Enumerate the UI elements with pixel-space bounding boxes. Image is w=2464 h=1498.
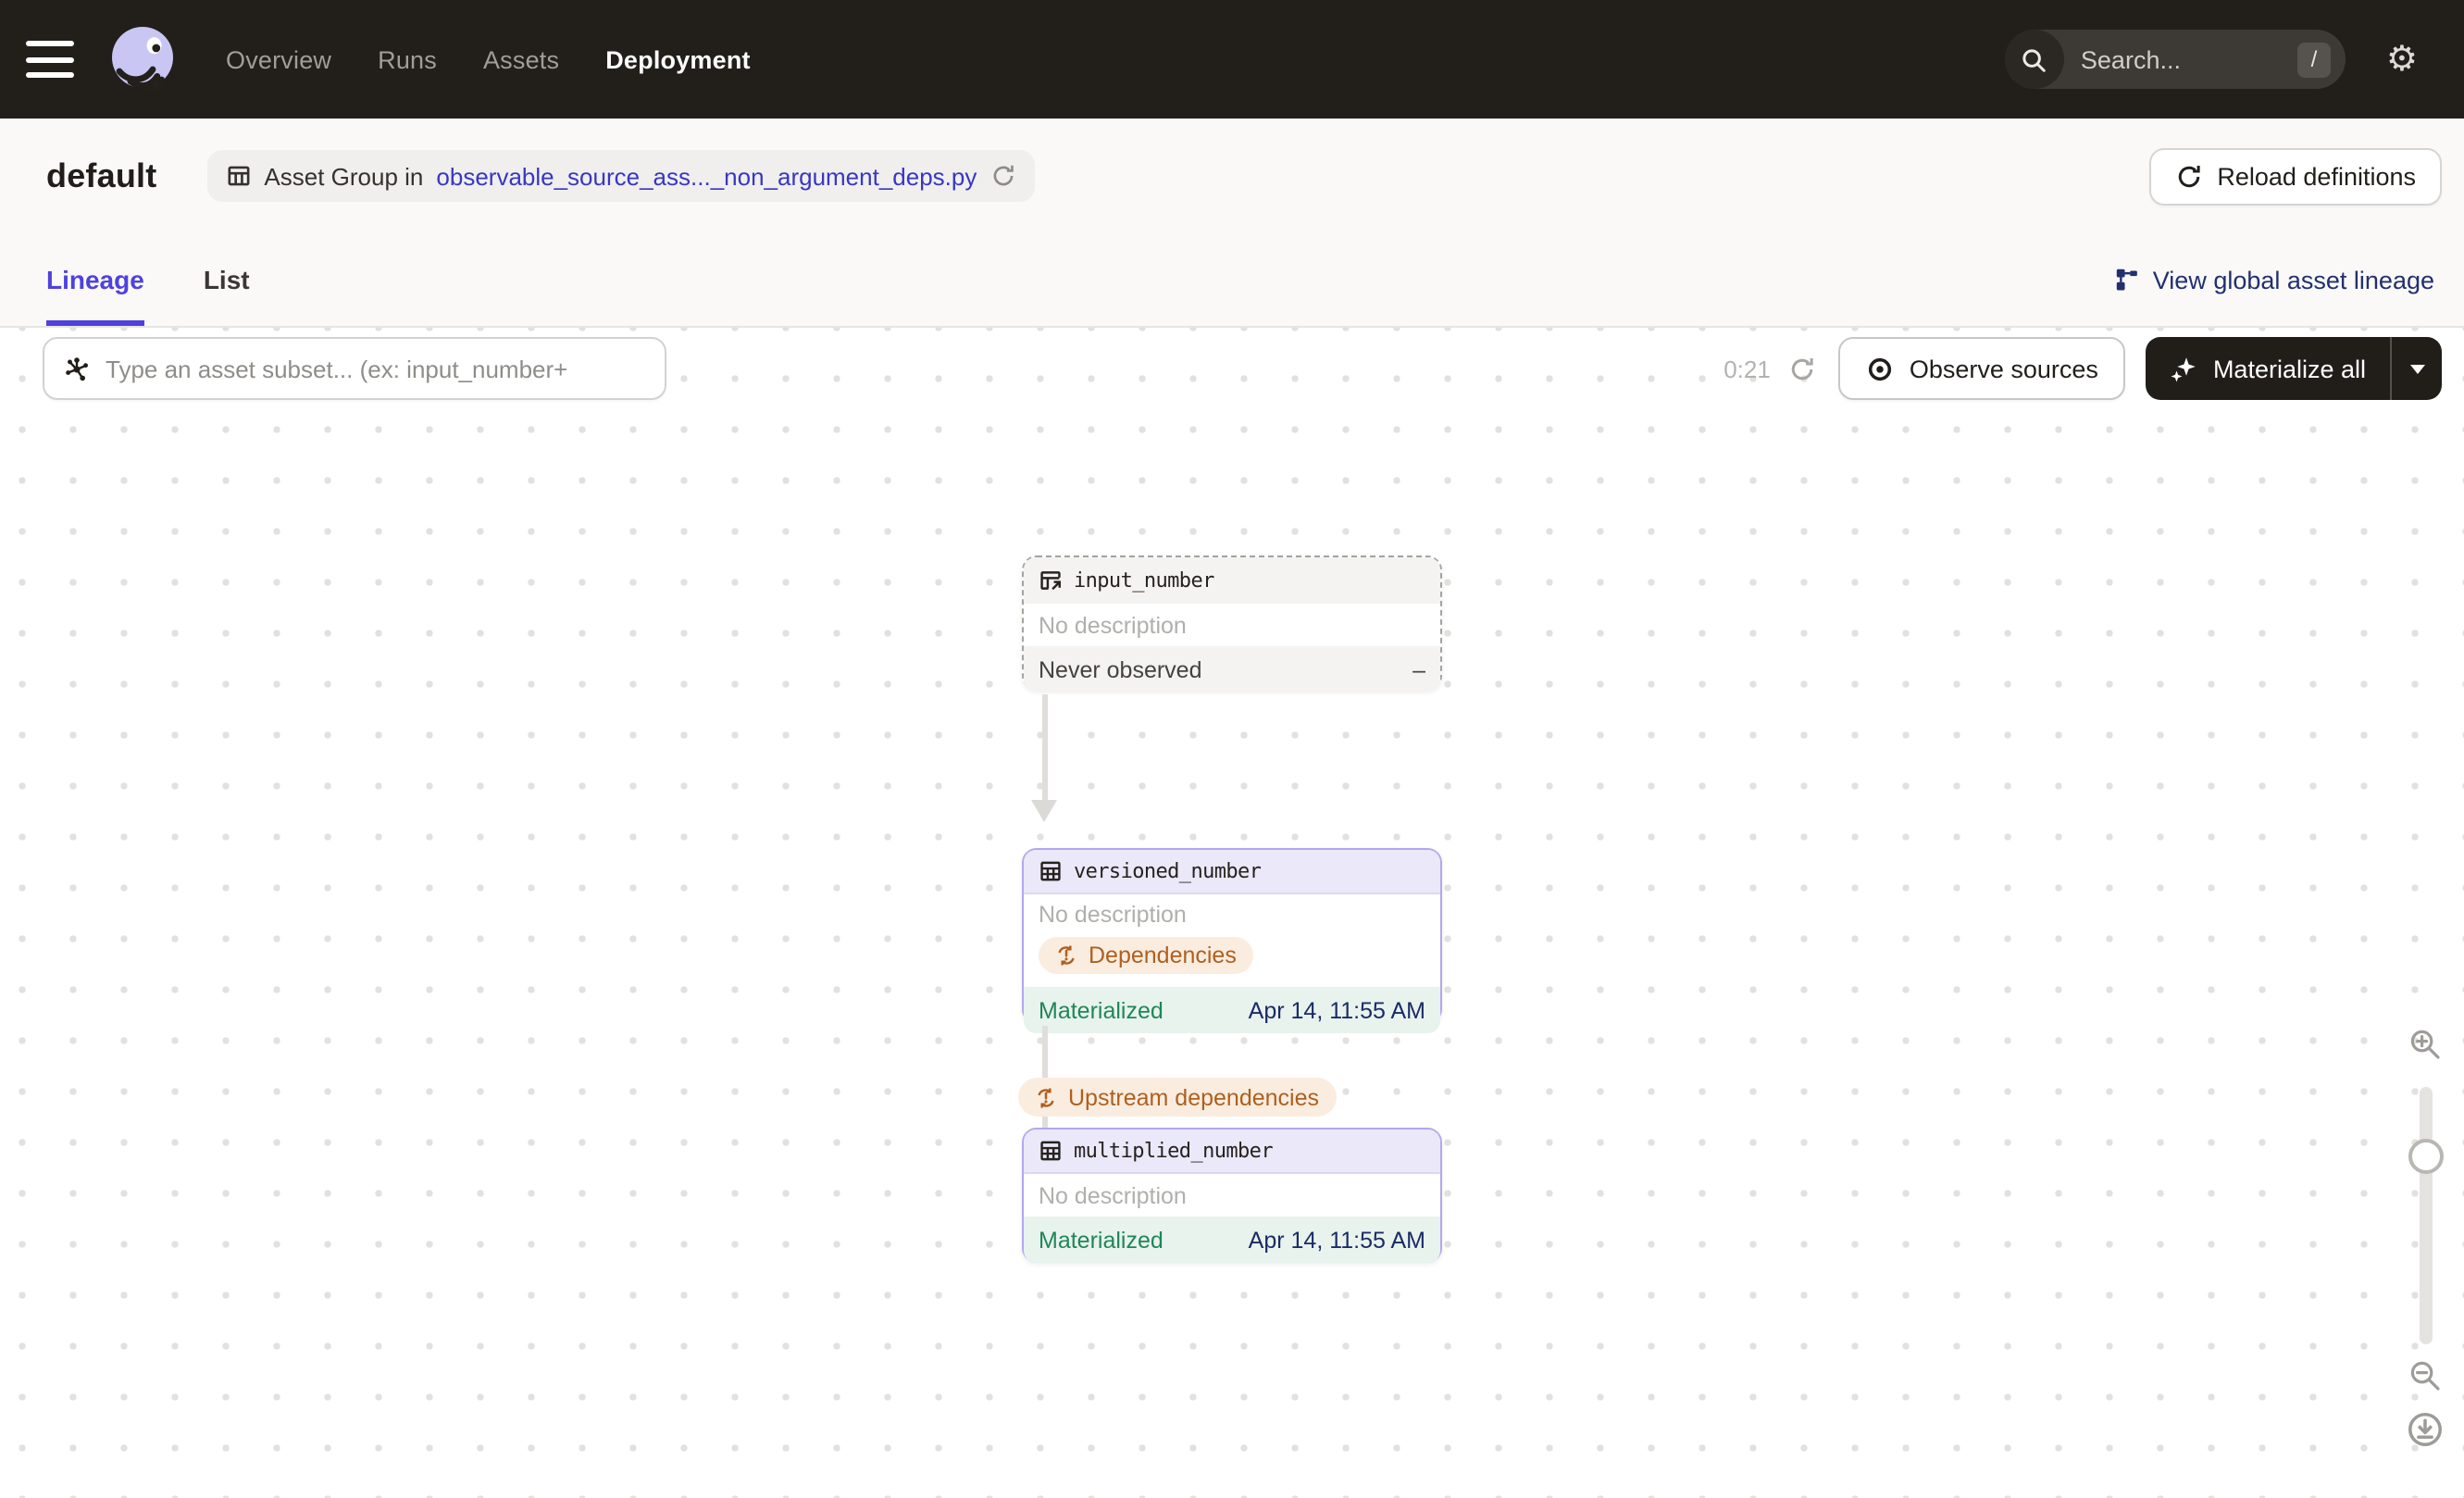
- asset-node-input-number[interactable]: input_number No description Never observ…: [1022, 556, 1442, 693]
- asset-node-header: versioned_number: [1024, 850, 1440, 894]
- refresh-graph-icon[interactable]: [1789, 355, 1817, 382]
- table-icon: [1040, 861, 1061, 881]
- tab-list[interactable]: List: [204, 233, 250, 326]
- asset-status-row: Never observed –: [1024, 646, 1440, 693]
- table-icon: [1040, 1141, 1061, 1161]
- observation-status: Never observed: [1039, 656, 1202, 682]
- zoom-slider-thumb[interactable]: [2408, 1139, 2443, 1174]
- tabs-row: Lineage List View global asset lineage: [0, 233, 2464, 326]
- edge-arrowhead-icon: [1031, 800, 1057, 822]
- lineage-graph-icon: [2116, 268, 2137, 291]
- dependencies-changed-badge[interactable]: Dependencies: [1039, 937, 1253, 974]
- op-selector-icon: [66, 356, 88, 381]
- page-header: default Asset Group in observable_source…: [0, 119, 2464, 233]
- upstream-dependencies-label: Upstream dependencies: [1068, 1084, 1319, 1110]
- sync-alert-icon: [1058, 945, 1075, 966]
- zoom-controls: [2399, 328, 2451, 1498]
- asset-name: multiplied_number: [1074, 1139, 1274, 1163]
- search-input[interactable]: [2063, 45, 2297, 73]
- reload-icon: [2178, 165, 2199, 187]
- refresh-icon[interactable]: [989, 163, 1015, 189]
- observation-value: –: [1412, 656, 1425, 682]
- asset-name: input_number: [1074, 568, 1214, 593]
- asset-group-file-link[interactable]: observable_source_ass..._non_argument_de…: [436, 162, 977, 190]
- global-search[interactable]: /: [2004, 30, 2346, 89]
- nav-assets[interactable]: Assets: [483, 45, 559, 73]
- asset-description: No description: [1039, 901, 1187, 927]
- menu-icon[interactable]: [26, 41, 74, 78]
- materialization-time[interactable]: Apr 14, 11:55 AM: [1249, 997, 1425, 1023]
- topbar: Overview Runs Assets Deployment / ⚙: [0, 0, 2464, 119]
- asset-badge-row: Dependencies: [1024, 933, 1440, 987]
- refresh-countdown: 0:21: [1724, 355, 1771, 382]
- zoom-in-icon[interactable]: [2408, 1028, 2442, 1061]
- edge-input-to-versioned: [1041, 694, 1047, 802]
- lineage-graph-canvas[interactable]: 0:21 Observe sources Materialize all: [0, 326, 2464, 1498]
- materialize-all-label: Materialize all: [2212, 355, 2366, 382]
- asset-node-multiplied-number[interactable]: multiplied_number No description Materia…: [1022, 1128, 1442, 1263]
- asset-status-row: Materialized Apr 14, 11:55 AM: [1024, 987, 1440, 1033]
- reload-definitions-label: Reload definitions: [2217, 162, 2416, 190]
- eye-icon: [1869, 356, 1892, 381]
- view-global-asset-lineage-label: View global asset lineage: [2152, 266, 2434, 293]
- asset-name: versioned_number: [1074, 859, 1262, 883]
- asset-status-row: Materialized Apr 14, 11:55 AM: [1024, 1217, 1440, 1263]
- dagster-logo-icon[interactable]: [106, 22, 180, 96]
- asset-group-pill: Asset Group in observable_source_ass..._…: [206, 150, 1035, 202]
- graph-toolbar: 0:21 Observe sources Materialize all: [43, 337, 2442, 400]
- sparkle-icon: [2172, 356, 2196, 381]
- zoom-out-icon[interactable]: [2408, 1359, 2442, 1392]
- nav-deployment[interactable]: Deployment: [605, 45, 751, 73]
- table-icon: [227, 166, 249, 186]
- asset-subset-filter[interactable]: [43, 337, 666, 400]
- page-title: default: [46, 156, 157, 193]
- tab-lineage[interactable]: Lineage: [46, 233, 144, 326]
- asset-subset-input[interactable]: [106, 355, 650, 382]
- materialize-all-split-button: Materialize all: [2146, 337, 2442, 400]
- observe-sources-label: Observe sources: [1909, 355, 2098, 382]
- asset-node-header: input_number: [1024, 557, 1440, 604]
- asset-node-header: multiplied_number: [1024, 1130, 1440, 1174]
- observable-table-icon: [1040, 571, 1061, 591]
- zoom-slider-track[interactable]: [2419, 1087, 2432, 1344]
- dependencies-badge-label: Dependencies: [1089, 942, 1237, 968]
- nav-overview[interactable]: Overview: [226, 45, 331, 73]
- top-navigation: Overview Runs Assets Deployment: [226, 45, 751, 73]
- materialize-all-button[interactable]: Materialize all: [2147, 337, 2390, 400]
- reload-definitions-button[interactable]: Reload definitions: [2148, 147, 2442, 205]
- materialization-status: Materialized: [1039, 997, 1164, 1023]
- asset-description: No description: [1039, 612, 1187, 638]
- search-icon: [2004, 30, 2064, 89]
- observe-sources-button[interactable]: Observe sources: [1838, 337, 2126, 400]
- settings-gear-icon[interactable]: ⚙: [2386, 41, 2418, 77]
- materialization-status: Materialized: [1039, 1227, 1164, 1253]
- upstream-dependencies-badge[interactable]: Upstream dependencies: [1018, 1078, 1336, 1117]
- asset-node-versioned-number[interactable]: versioned_number No description Dependen…: [1022, 848, 1442, 1033]
- asset-description: No description: [1039, 1182, 1187, 1208]
- search-shortcut-key: /: [2296, 42, 2331, 77]
- nav-runs[interactable]: Runs: [378, 45, 437, 73]
- sync-alert-icon: [1038, 1087, 1054, 1107]
- view-global-asset-lineage-link[interactable]: View global asset lineage: [2114, 233, 2434, 326]
- asset-group-label: Asset Group in: [264, 162, 424, 190]
- materialization-time[interactable]: Apr 14, 11:55 AM: [1249, 1227, 1425, 1253]
- download-image-icon[interactable]: [2407, 1411, 2444, 1448]
- dagster-app: Overview Runs Assets Deployment / ⚙ defa…: [0, 0, 2464, 1498]
